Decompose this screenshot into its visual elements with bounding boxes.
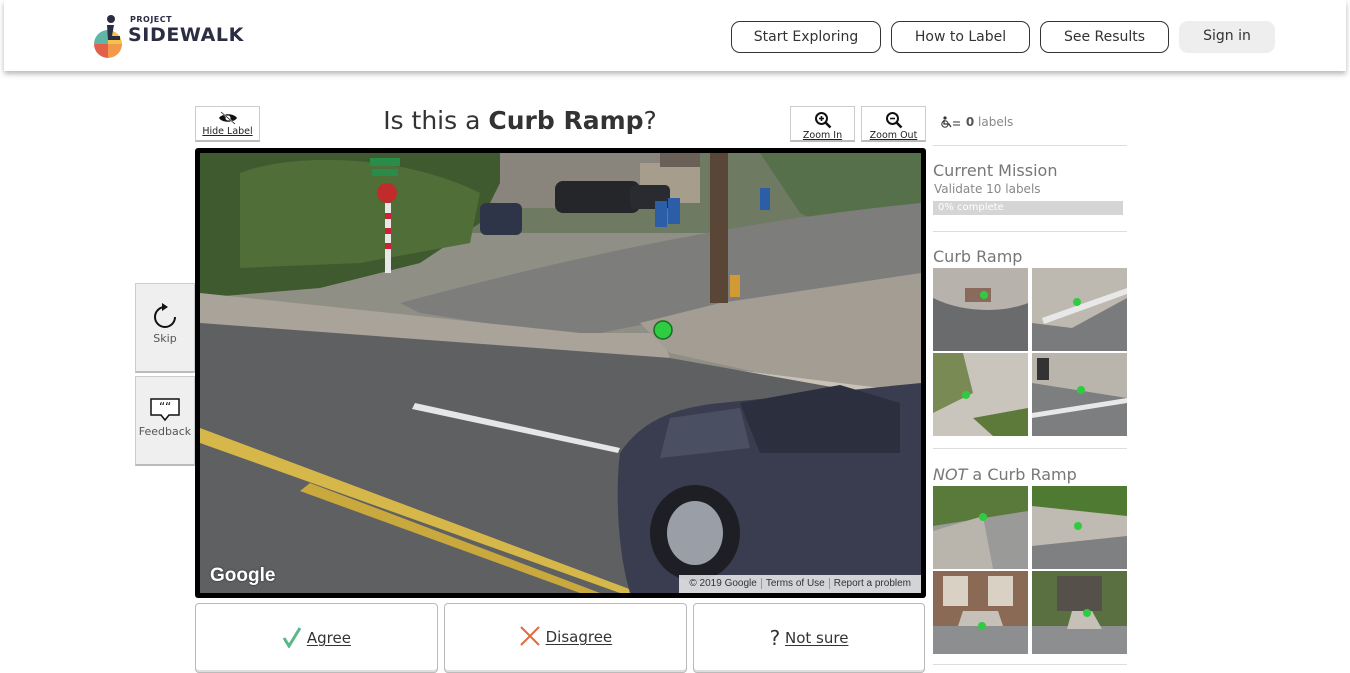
eye-slash-icon <box>218 111 237 125</box>
pano-footer: © 2019 Google Terms of Use Report a proble… <box>679 575 921 593</box>
zoom-out-text: Zoom Out <box>869 130 918 141</box>
see-results-button[interactable]: See Results <box>1040 21 1169 53</box>
label-marker-icon <box>653 320 673 340</box>
question-mark-icon: ? <box>769 626 781 650</box>
hide-label-button[interactable]: Hide Label <box>195 106 260 142</box>
question-title: Is this a Curb Ramp? <box>330 106 710 135</box>
street-view-panorama[interactable]: Google © 2019 Google Terms of Use Report a… <box>195 148 926 598</box>
counter-example-thumbnail[interactable] <box>1032 486 1127 569</box>
street-view-image[interactable] <box>200 153 921 593</box>
label-count-status: 0 labels <box>940 115 1013 129</box>
zoom-in-text: Zoom In <box>802 130 843 141</box>
disagree-button[interactable]: Disagree <box>444 603 687 673</box>
example-thumbnail[interactable] <box>1032 353 1127 436</box>
label-count: 0 <box>965 115 975 129</box>
logo-small-text: PROJECT <box>130 15 173 24</box>
counter-example-thumbnail[interactable] <box>1032 571 1127 654</box>
mission-progress-bar: 0% complete <box>933 201 1123 215</box>
sign-in-button[interactable]: Sign in <box>1179 21 1275 53</box>
counter-examples-not: NOT <box>933 465 968 484</box>
logo-big-text: SIDEWALK <box>128 24 244 46</box>
progress-text: 0% complete <box>938 202 1004 213</box>
example-thumbnail[interactable] <box>933 353 1028 436</box>
not-sure-button[interactable]: ? Not sure <box>693 603 925 673</box>
example-thumbnail[interactable] <box>1032 268 1127 351</box>
feedback-speech-icon: “ “ <box>150 398 180 422</box>
example-thumbnail[interactable] <box>933 268 1028 351</box>
refresh-icon <box>154 303 176 328</box>
divider <box>933 231 1127 232</box>
copyright-text: © 2019 Google <box>689 578 757 589</box>
counter-example-thumbnail[interactable] <box>933 571 1028 654</box>
counter-example-thumbnail[interactable] <box>933 486 1028 569</box>
project-sidewalk-logo[interactable]: PROJECT SIDEWALK <box>90 14 250 60</box>
zoom-out-icon <box>885 112 902 129</box>
question-label-type: Curb Ramp <box>488 106 644 135</box>
agree-label: Agree <box>306 629 351 647</box>
wheelchair-logo-icon <box>94 15 122 58</box>
zoom-in-button[interactable]: Zoom In <box>790 106 855 142</box>
how-to-label-button[interactable]: How to Label <box>891 21 1030 53</box>
divider <box>933 448 1127 449</box>
zoom-in-icon <box>814 112 831 129</box>
current-mission-title: Current Mission <box>933 161 1058 180</box>
skip-button[interactable]: Skip <box>135 283 195 373</box>
terms-link[interactable]: Terms of Use <box>760 578 829 589</box>
report-problem-link[interactable]: Report a problem <box>828 578 915 589</box>
divider <box>933 664 1127 665</box>
mission-description: Validate 10 labels <box>934 182 1041 196</box>
counter-examples-title: NOT a Curb Ramp <box>933 465 1077 484</box>
navbar: PROJECT SIDEWALK Start Exploring How to … <box>4 0 1346 71</box>
google-logo: Google <box>210 565 276 586</box>
question-suffix: ? <box>643 106 657 135</box>
feedback-label: Feedback <box>138 425 192 438</box>
skip-label: Skip <box>153 332 177 345</box>
disagree-label: Disagree <box>545 628 613 646</box>
start-exploring-button[interactable]: Start Exploring <box>731 21 881 53</box>
divider <box>933 145 1127 146</box>
examples-title: Curb Ramp <box>933 247 1023 266</box>
feedback-button[interactable]: “ “ Feedback <box>135 376 195 466</box>
hide-label-text: Hide Label <box>202 126 253 137</box>
agree-button[interactable]: Agree <box>195 603 438 673</box>
not-sure-label: Not sure <box>784 629 849 647</box>
question-prefix: Is this a <box>383 106 489 135</box>
wheelchair-icon <box>941 116 960 128</box>
svg-text:“: “ <box>165 400 171 414</box>
zoom-out-button[interactable]: Zoom Out <box>861 106 926 142</box>
label-count-unit: labels <box>978 115 1014 129</box>
counter-examples-suffix: a Curb Ramp <box>967 465 1077 484</box>
checkmark-icon <box>282 627 302 649</box>
x-mark-icon <box>520 626 540 646</box>
